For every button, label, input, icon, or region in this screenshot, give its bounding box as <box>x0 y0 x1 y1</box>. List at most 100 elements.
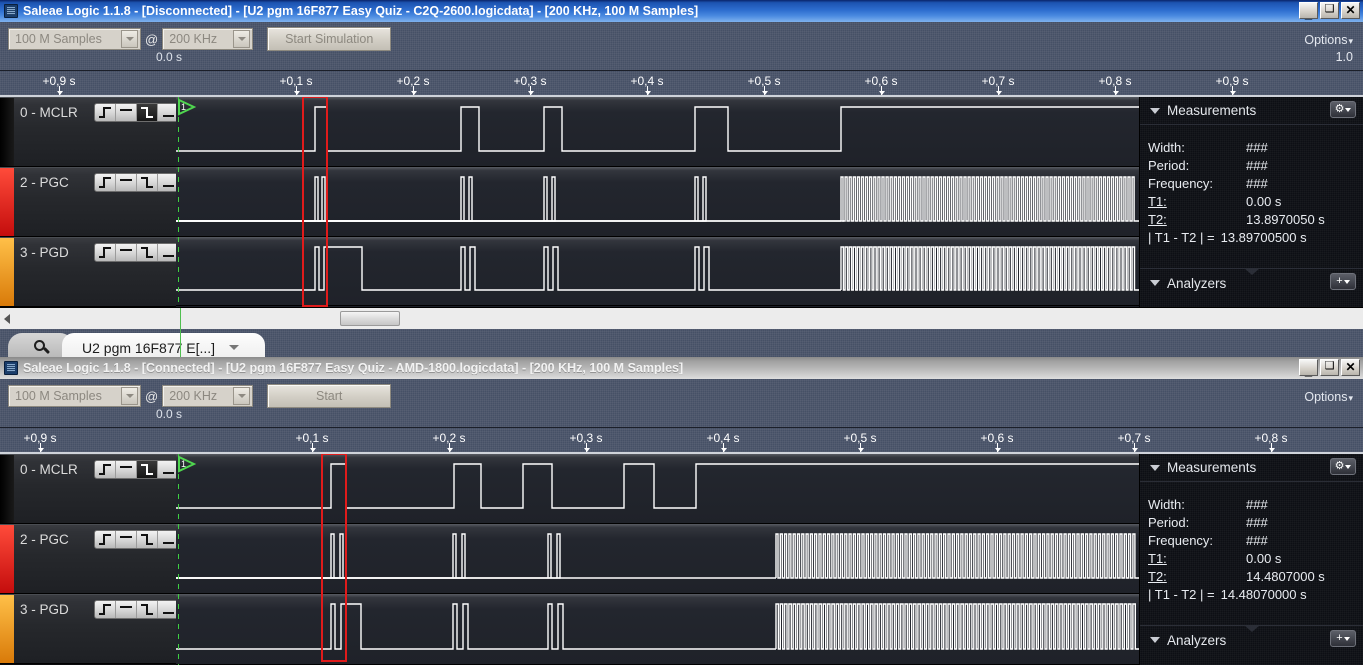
maximize-button[interactable]: ❑ <box>1320 359 1339 376</box>
chevron-down-icon[interactable] <box>233 30 250 48</box>
add-analyzer-button[interactable]: + <box>1330 630 1356 647</box>
close-button[interactable]: ✕ <box>1341 359 1360 376</box>
trigger-falling-button[interactable] <box>137 244 158 261</box>
measurement-key[interactable]: T1: <box>1148 550 1246 568</box>
sample-rate-dropdown[interactable]: 200 KHz <box>162 385 253 407</box>
trigger-flag-icon[interactable]: 1 <box>178 456 196 479</box>
window-2-titlebar[interactable]: Saleae Logic 1.1.8 - [Connected] - [U2 p… <box>0 357 1363 379</box>
measurement-value: 14.4807000 s <box>1246 568 1325 586</box>
channel-row-3---pgd[interactable]: 3 - PGD <box>0 594 176 664</box>
chevron-down-icon[interactable] <box>229 345 239 350</box>
minimize-button[interactable]: _ <box>1299 359 1318 376</box>
measurement-key[interactable]: T2: <box>1148 211 1246 229</box>
measurements-title: Measurements <box>1167 460 1256 475</box>
measurement-key[interactable]: T2: <box>1148 568 1246 586</box>
trigger-rising-button[interactable] <box>95 461 116 478</box>
channel-color-strip <box>0 595 14 663</box>
collapse-triangle-icon[interactable] <box>1150 465 1160 471</box>
analyzers-header[interactable]: Analyzers + <box>1140 269 1363 297</box>
trigger-falling-button[interactable] <box>137 174 158 191</box>
document-tab[interactable]: U2 pgm 16F877 E[...] <box>62 333 265 357</box>
trigger-high-button[interactable] <box>116 461 137 478</box>
options-menu[interactable]: Options▾ <box>1304 33 1353 47</box>
trigger-flag-icon[interactable]: 1 <box>178 99 196 122</box>
channel-row-2---pgc[interactable]: 2 - PGC <box>0 524 176 594</box>
sample-rate-dropdown[interactable]: 200 KHz <box>162 28 253 50</box>
window-2-time-ruler[interactable]: +0,9 s+0,1 s+0,2 s+0,3 s+0,4 s+0,5 s+0,6… <box>0 428 1363 454</box>
document-tab-label: U2 pgm 16F877 E[...] <box>82 340 215 356</box>
ruler-tick-mark <box>764 86 765 95</box>
trigger-rising-button[interactable] <box>95 531 116 548</box>
collapse-triangle-icon[interactable] <box>1150 108 1160 114</box>
trigger-falling-button[interactable] <box>137 601 158 618</box>
waveform-trace <box>176 167 1140 237</box>
measurement-key[interactable]: T1: <box>1148 193 1246 211</box>
minimize-button[interactable]: _ <box>1299 2 1318 19</box>
ruler-tick-mark <box>40 443 41 452</box>
analyzers-title: Analyzers <box>1167 633 1226 648</box>
measurement-value: 14.48070000 s <box>1221 586 1307 604</box>
collapse-triangle-icon[interactable] <box>1150 637 1160 643</box>
maximize-button[interactable]: ❑ <box>1320 2 1339 19</box>
trigger-mode-group[interactable] <box>94 173 180 192</box>
ruler-tick-mark <box>1232 86 1233 95</box>
measurement-row: Width:### <box>1148 496 1363 514</box>
channel-color-strip <box>0 455 14 523</box>
scroll-left-icon[interactable] <box>4 314 10 324</box>
window-2-graph: 0 - MCLR2 - PGC3 - PGD 1 Measurements ⚙ … <box>0 454 1363 665</box>
trigger-falling-button[interactable] <box>137 104 158 121</box>
sample-count-value: 100 M Samples <box>9 29 121 49</box>
trigger-high-button[interactable] <box>116 174 137 191</box>
trigger-high-button[interactable] <box>116 601 137 618</box>
trigger-high-button[interactable] <box>116 104 137 121</box>
trigger-falling-button[interactable] <box>137 461 158 478</box>
channel-color-strip <box>0 168 14 236</box>
analyzers-header[interactable]: Analyzers + <box>1140 626 1363 654</box>
measurement-row: Frequency:### <box>1148 175 1363 193</box>
trigger-mode-group[interactable] <box>94 460 180 479</box>
trigger-rising-button[interactable] <box>95 104 116 121</box>
trigger-mode-group[interactable] <box>94 243 180 262</box>
trigger-high-button[interactable] <box>116 531 137 548</box>
measurement-value: ### <box>1246 514 1268 532</box>
start-simulation-button[interactable]: Start Simulation <box>267 27 391 51</box>
measurements-settings-button[interactable]: ⚙ <box>1330 458 1356 475</box>
chevron-down-icon[interactable] <box>121 387 138 405</box>
window-1-time-ruler[interactable]: +0,9 s+0,1 s+0,2 s+0,3 s+0,4 s+0,5 s+0,6… <box>0 71 1363 97</box>
sample-count-dropdown[interactable]: 100 M Samples <box>8 385 141 407</box>
channel-row-3---pgd[interactable]: 3 - PGD <box>0 237 176 307</box>
chevron-down-icon[interactable] <box>233 387 250 405</box>
trigger-rising-button[interactable] <box>95 174 116 191</box>
close-button[interactable]: ✕ <box>1341 2 1360 19</box>
chevron-down-icon[interactable] <box>121 30 138 48</box>
measurement-value: ### <box>1246 532 1268 550</box>
channel-row-0---mclr[interactable]: 0 - MCLR <box>0 97 176 167</box>
measurements-settings-button[interactable]: ⚙ <box>1330 101 1356 118</box>
window-1-titlebar[interactable]: Saleae Logic 1.1.8 - [Disconnected] - [U… <box>0 0 1363 22</box>
trigger-mode-group[interactable] <box>94 600 180 619</box>
trigger-rising-button[interactable] <box>95 601 116 618</box>
trigger-high-button[interactable] <box>116 244 137 261</box>
add-analyzer-button[interactable]: + <box>1330 273 1356 290</box>
scrollbar-thumb[interactable] <box>340 311 400 326</box>
measurement-row: T2:14.4807000 s <box>1148 568 1363 586</box>
waveform-trace <box>176 97 1140 167</box>
channel-row-2---pgc[interactable]: 2 - PGC <box>0 167 176 237</box>
collapse-triangle-icon[interactable] <box>1150 280 1160 286</box>
channel-row-0---mclr[interactable]: 0 - MCLR <box>0 454 176 524</box>
chevron-down-icon: ▾ <box>1348 393 1353 403</box>
trigger-mode-group[interactable] <box>94 530 180 549</box>
trigger-rising-button[interactable] <box>95 244 116 261</box>
measurements-header[interactable]: Measurements ⚙ <box>1140 97 1363 125</box>
sample-count-dropdown[interactable]: 100 M Samples <box>8 28 141 50</box>
start-button[interactable]: Start <box>267 384 391 408</box>
ruler-tick-mark <box>413 86 414 95</box>
options-menu[interactable]: Options▾ <box>1304 390 1353 404</box>
search-icon <box>34 340 49 355</box>
trigger-falling-button[interactable] <box>137 531 158 548</box>
measurement-row: T1:0.00 s <box>1148 550 1363 568</box>
trigger-mode-group[interactable] <box>94 103 180 122</box>
measurements-header[interactable]: Measurements ⚙ <box>1140 454 1363 482</box>
channel-label: 2 - PGC <box>20 532 69 547</box>
window-1-horizontal-scrollbar[interactable] <box>0 307 1363 329</box>
